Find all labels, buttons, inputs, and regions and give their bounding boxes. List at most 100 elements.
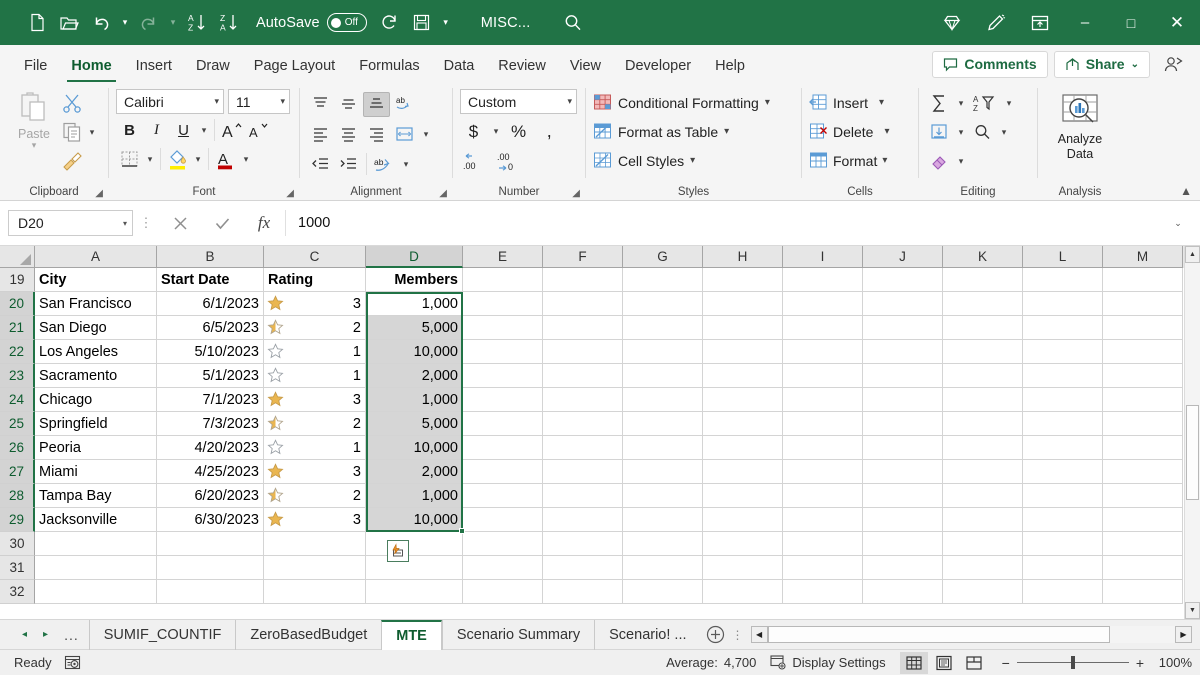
- delete-cells-button[interactable]: Delete ▾: [809, 119, 890, 144]
- decrease-decimal-button[interactable]: .000: [494, 150, 526, 176]
- maximize-button[interactable]: □: [1108, 0, 1154, 45]
- borders-dropdown-caret[interactable]: ▾: [143, 146, 157, 172]
- col-header-G[interactable]: G: [623, 246, 703, 268]
- cut-button[interactable]: [61, 90, 99, 116]
- cell-I22[interactable]: [783, 340, 863, 364]
- share-button[interactable]: Share ⌄: [1054, 51, 1150, 78]
- cell-D24[interactable]: 1,000: [366, 388, 463, 412]
- cell-D25[interactable]: 5,000: [366, 412, 463, 436]
- cell-A31[interactable]: [35, 556, 157, 580]
- new-file-icon[interactable]: [22, 8, 52, 38]
- customize-qat-chevron-down-icon[interactable]: ▾: [439, 8, 453, 38]
- accessibility-icon[interactable]: [64, 654, 81, 671]
- cell-I23[interactable]: [783, 364, 863, 388]
- cell-G26[interactable]: [623, 436, 703, 460]
- align-right-button[interactable]: [363, 122, 390, 147]
- currency-dropdown-caret[interactable]: ▾: [489, 119, 503, 145]
- paste-dropdown-caret[interactable]: ▾: [32, 141, 37, 149]
- cell-L27[interactable]: [1023, 460, 1103, 484]
- open-folder-icon[interactable]: [54, 8, 84, 38]
- cell-D20[interactable]: 1,000: [366, 292, 463, 316]
- cell-F26[interactable]: [543, 436, 623, 460]
- row-header-23[interactable]: 23: [0, 364, 35, 388]
- cell-H27[interactable]: [703, 460, 783, 484]
- find-select-dropdown-caret[interactable]: ▾: [997, 119, 1011, 145]
- font-name-combobox[interactable]: Calibri ▾: [116, 89, 224, 114]
- cell-L22[interactable]: [1023, 340, 1103, 364]
- cell-B30[interactable]: [157, 532, 264, 556]
- ribbon-options-icon[interactable]: [1018, 0, 1062, 45]
- formula-input[interactable]: 1000: [285, 210, 1166, 236]
- zoom-out-button[interactable]: −: [1002, 655, 1010, 671]
- cell-L32[interactable]: [1023, 580, 1103, 604]
- zoom-slider[interactable]: − +: [1002, 655, 1144, 671]
- bold-button[interactable]: B: [116, 117, 143, 143]
- currency-format-button[interactable]: $: [460, 119, 487, 145]
- row-header-30[interactable]: 30: [0, 532, 35, 556]
- align-top-button[interactable]: [307, 92, 334, 117]
- page-break-preview-button[interactable]: [960, 652, 988, 674]
- cell-A22[interactable]: Los Angeles: [35, 340, 157, 364]
- chevron-down-icon[interactable]: ▾: [882, 155, 887, 166]
- cell-H20[interactable]: [703, 292, 783, 316]
- cell-L24[interactable]: [1023, 388, 1103, 412]
- format-cells-button[interactable]: Format ▾: [809, 148, 890, 173]
- cell-M25[interactable]: [1103, 412, 1183, 436]
- cell-M20[interactable]: [1103, 292, 1183, 316]
- scroll-up-arrow-icon[interactable]: ▲: [1185, 246, 1200, 263]
- share-caret-icon[interactable]: ⌄: [1131, 59, 1139, 70]
- cell-J31[interactable]: [863, 556, 943, 580]
- font-dialog-launcher[interactable]: ◢: [286, 188, 294, 199]
- sort-za-icon[interactable]: ZA: [214, 8, 244, 38]
- scroll-down-arrow-icon[interactable]: ▼: [1185, 602, 1200, 619]
- col-header-F[interactable]: F: [543, 246, 623, 268]
- cell-K27[interactable]: [943, 460, 1023, 484]
- cell-L26[interactable]: [1023, 436, 1103, 460]
- name-box-chevron-down-icon[interactable]: ▾: [123, 219, 127, 228]
- cell-D28[interactable]: 1,000: [366, 484, 463, 508]
- cell-M31[interactable]: [1103, 556, 1183, 580]
- autosave-switch[interactable]: Off: [327, 13, 367, 32]
- cell-D30[interactable]: [366, 532, 463, 556]
- sheet-tab-scenario-summary[interactable]: Scenario Summary: [442, 620, 594, 650]
- cell-C27[interactable]: 3: [264, 460, 366, 484]
- cell-E21[interactable]: [463, 316, 543, 340]
- wrap-text-button[interactable]: [391, 122, 418, 147]
- cell-D27[interactable]: 2,000: [366, 460, 463, 484]
- tab-view[interactable]: View: [558, 49, 613, 82]
- cell-B20[interactable]: 6/1/2023: [157, 292, 264, 316]
- cell-E31[interactable]: [463, 556, 543, 580]
- cell-F27[interactable]: [543, 460, 623, 484]
- cell-K24[interactable]: [943, 388, 1023, 412]
- cancel-x-icon[interactable]: [159, 208, 201, 238]
- conditional-formatting-button[interactable]: Conditional Formatting ▾: [593, 90, 770, 115]
- cell-G20[interactable]: [623, 292, 703, 316]
- chevron-down-icon[interactable]: ▾: [209, 96, 219, 107]
- cell-I21[interactable]: [783, 316, 863, 340]
- decrease-indent-button[interactable]: [307, 152, 334, 177]
- cell-F30[interactable]: [543, 532, 623, 556]
- cell-H29[interactable]: [703, 508, 783, 532]
- cell-G30[interactable]: [623, 532, 703, 556]
- cell-E28[interactable]: [463, 484, 543, 508]
- cell-F31[interactable]: [543, 556, 623, 580]
- cell-B26[interactable]: 4/20/2023: [157, 436, 264, 460]
- normal-view-button[interactable]: [900, 652, 928, 674]
- fill-color-dropdown-caret[interactable]: ▾: [191, 146, 205, 172]
- clear-dropdown-caret[interactable]: ▾: [954, 148, 968, 174]
- cell-K32[interactable]: [943, 580, 1023, 604]
- vertical-scroll-track[interactable]: [1185, 263, 1200, 602]
- underline-button[interactable]: U: [170, 117, 197, 143]
- cell-A24[interactable]: Chicago: [35, 388, 157, 412]
- cell-G27[interactable]: [623, 460, 703, 484]
- cell-K25[interactable]: [943, 412, 1023, 436]
- cell-C32[interactable]: [264, 580, 366, 604]
- col-header-E[interactable]: E: [463, 246, 543, 268]
- col-header-H[interactable]: H: [703, 246, 783, 268]
- cell-C19[interactable]: Rating: [264, 268, 366, 292]
- cell-A19[interactable]: City: [35, 268, 157, 292]
- autosum-button[interactable]: [926, 90, 953, 116]
- cell-H19[interactable]: [703, 268, 783, 292]
- col-header-K[interactable]: K: [943, 246, 1023, 268]
- merge-dropdown-caret[interactable]: ▾: [419, 121, 433, 147]
